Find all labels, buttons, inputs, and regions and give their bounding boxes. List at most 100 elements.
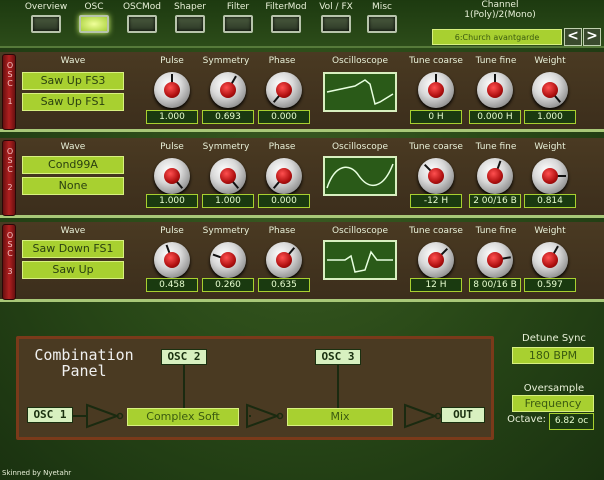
- osc1-phase-knob[interactable]: [266, 72, 302, 108]
- tune-coarse-header: Tune coarse: [409, 56, 463, 66]
- symmetry-header: Symmetry: [202, 142, 250, 152]
- osc3-symmetry-knob[interactable]: [210, 242, 246, 278]
- osc3-weight-knob-indicator: [552, 245, 559, 255]
- osc1-phase-knob-indicator: [272, 94, 281, 103]
- osc-label-strip-2: OSC2: [2, 140, 16, 216]
- osc3-waveform: [327, 250, 393, 273]
- osc2-phase-value: 0.000: [258, 194, 310, 208]
- tune-coarse-header: Tune coarse: [409, 142, 463, 152]
- osc2-pulse-value: 1.000: [146, 194, 198, 208]
- osc1-waveform: [326, 79, 394, 106]
- tab-misc-label: Misc: [372, 2, 392, 12]
- osc3-weight-knob[interactable]: [532, 242, 568, 278]
- symmetry-header: Symmetry: [202, 226, 250, 236]
- osc2-wave2-field[interactable]: None: [22, 177, 124, 195]
- osc1-tune-fine-knob[interactable]: [477, 72, 513, 108]
- phase-header: Phase: [268, 226, 296, 236]
- osc2-phase-knob-indicator: [272, 180, 281, 189]
- osc2-oscilloscope: [323, 156, 397, 196]
- pulse-header: Pulse: [160, 226, 184, 236]
- detune-sync-label: Detune Sync: [522, 333, 586, 344]
- osc3-pulse-knob-indicator: [165, 244, 171, 254]
- osc2-symmetry-value: 1.000: [202, 194, 254, 208]
- tab-filter-label: Filter: [226, 2, 250, 12]
- osc2-pulse-knob[interactable]: [154, 158, 190, 194]
- tab-overview-led: [31, 15, 61, 33]
- tab-overview-label: Overview: [24, 2, 68, 12]
- weight-header: Weight: [534, 226, 566, 236]
- osc2-weight-knob[interactable]: [532, 158, 568, 194]
- osc2-symmetry-knob[interactable]: [210, 158, 246, 194]
- tab-oscmod-label: OSCMod: [122, 2, 162, 12]
- tab-misc[interactable]: Misc: [360, 2, 404, 33]
- tab-filter-led: [223, 15, 253, 33]
- tab-overview[interactable]: Overview: [24, 2, 68, 33]
- osc2-tune-fine-knob[interactable]: [477, 158, 513, 194]
- osc3-phase-knob[interactable]: [266, 242, 302, 278]
- tab-osc[interactable]: OSC: [72, 2, 116, 33]
- osc3-tune-fine-value: 8 00/16 B: [469, 278, 521, 292]
- detune-sync-field[interactable]: 180 BPM: [512, 347, 594, 364]
- combo-mode-12-field[interactable]: Complex Soft: [127, 408, 239, 426]
- combo-osc2-node[interactable]: OSC 2: [161, 349, 207, 365]
- osc2-phase-knob[interactable]: [266, 158, 302, 194]
- wave-header: Wave: [60, 226, 86, 236]
- amp2-triangle-icon: [246, 403, 284, 429]
- osc-panel-2: OSC2 Wave Cond99A None Pulse 1.000 Symme…: [0, 138, 604, 218]
- osc1-wave2-field[interactable]: Saw Up FS1: [22, 93, 124, 111]
- osc3-wave2-field[interactable]: Saw Up: [22, 261, 124, 279]
- osc1-pulse-knob[interactable]: [154, 72, 190, 108]
- phase-header: Phase: [268, 142, 296, 152]
- combo-osc3-node[interactable]: OSC 3: [315, 349, 361, 365]
- osc1-weight-knob[interactable]: [532, 72, 568, 108]
- combo-mode-3-field[interactable]: Mix: [287, 408, 393, 426]
- osc1-tune-coarse-knob-indicator: [435, 74, 437, 83]
- next-preset-button[interactable]: >: [583, 28, 601, 46]
- osc3-pulse-knob[interactable]: [154, 242, 190, 278]
- combo-osc1-node[interactable]: OSC 1: [27, 407, 73, 423]
- tab-misc-led: [367, 15, 397, 33]
- tune-coarse-header: Tune coarse: [409, 226, 463, 236]
- osc3-symmetry-knob-indicator: [212, 253, 222, 259]
- tab-filter[interactable]: Filter: [216, 2, 260, 33]
- tab-shaper[interactable]: Shaper: [168, 2, 212, 33]
- tab-volfx[interactable]: Vol / FX: [314, 2, 358, 33]
- oversample-field[interactable]: Frequency: [512, 395, 594, 412]
- synth-window: Overview OSC OSCMod Shaper Filter Filter…: [0, 0, 604, 480]
- tab-filtermod[interactable]: FilterMod: [264, 2, 308, 33]
- osc2-weight-value: 0.814: [524, 194, 576, 208]
- osc3-strip-text: OSC3: [6, 231, 14, 276]
- osc1-oscilloscope: [323, 72, 397, 112]
- wave-header: Wave: [60, 142, 86, 152]
- osc1-tune-fine-value: 0.000 H: [469, 110, 521, 124]
- osc1-wave1-field[interactable]: Saw Up FS3: [22, 72, 124, 90]
- osc2-tune-coarse-knob-indicator: [423, 163, 432, 172]
- osc3-wave1-field[interactable]: Saw Down FS1: [22, 240, 124, 258]
- osc2-tune-fine-value: 2 00/16 B: [469, 194, 521, 208]
- osc2-tune-coarse-value: -12 H: [410, 194, 462, 208]
- tab-oscmod[interactable]: OSCMod: [120, 2, 164, 33]
- osc3-tune-fine-knob-indicator: [501, 256, 511, 260]
- combination-title-line2: Panel: [61, 362, 107, 380]
- channel-mode: 1(Poly)/2(Mono): [464, 10, 536, 20]
- osc2-tune-coarse-knob[interactable]: [418, 158, 454, 194]
- osc1-phase-value: 0.000: [258, 110, 310, 124]
- pulse-header: Pulse: [160, 56, 184, 66]
- tab-shaper-led: [175, 15, 205, 33]
- preset-selector[interactable]: 6:Church avantgarde: [432, 29, 562, 45]
- osc3-tune-coarse-knob[interactable]: [418, 242, 454, 278]
- symmetry-header: Symmetry: [202, 56, 250, 66]
- osc1-symmetry-value: 0.693: [202, 110, 254, 124]
- osc1-symmetry-knob-indicator: [230, 75, 237, 85]
- osc3-tune-fine-knob[interactable]: [477, 242, 513, 278]
- osc-label-strip-1: OSC1: [2, 54, 16, 130]
- osc2-wave1-field[interactable]: Cond99A: [22, 156, 124, 174]
- osc3-oscilloscope: [323, 240, 397, 280]
- osc1-symmetry-knob[interactable]: [210, 72, 246, 108]
- osc1-weight-value: 1.000: [524, 110, 576, 124]
- octave-value[interactable]: 6.82 oc: [549, 413, 594, 430]
- tune-fine-header: Tune fine: [475, 142, 517, 152]
- osc2-weight-knob-indicator: [557, 175, 566, 177]
- osc1-tune-coarse-knob[interactable]: [418, 72, 454, 108]
- prev-preset-button[interactable]: <: [564, 28, 582, 46]
